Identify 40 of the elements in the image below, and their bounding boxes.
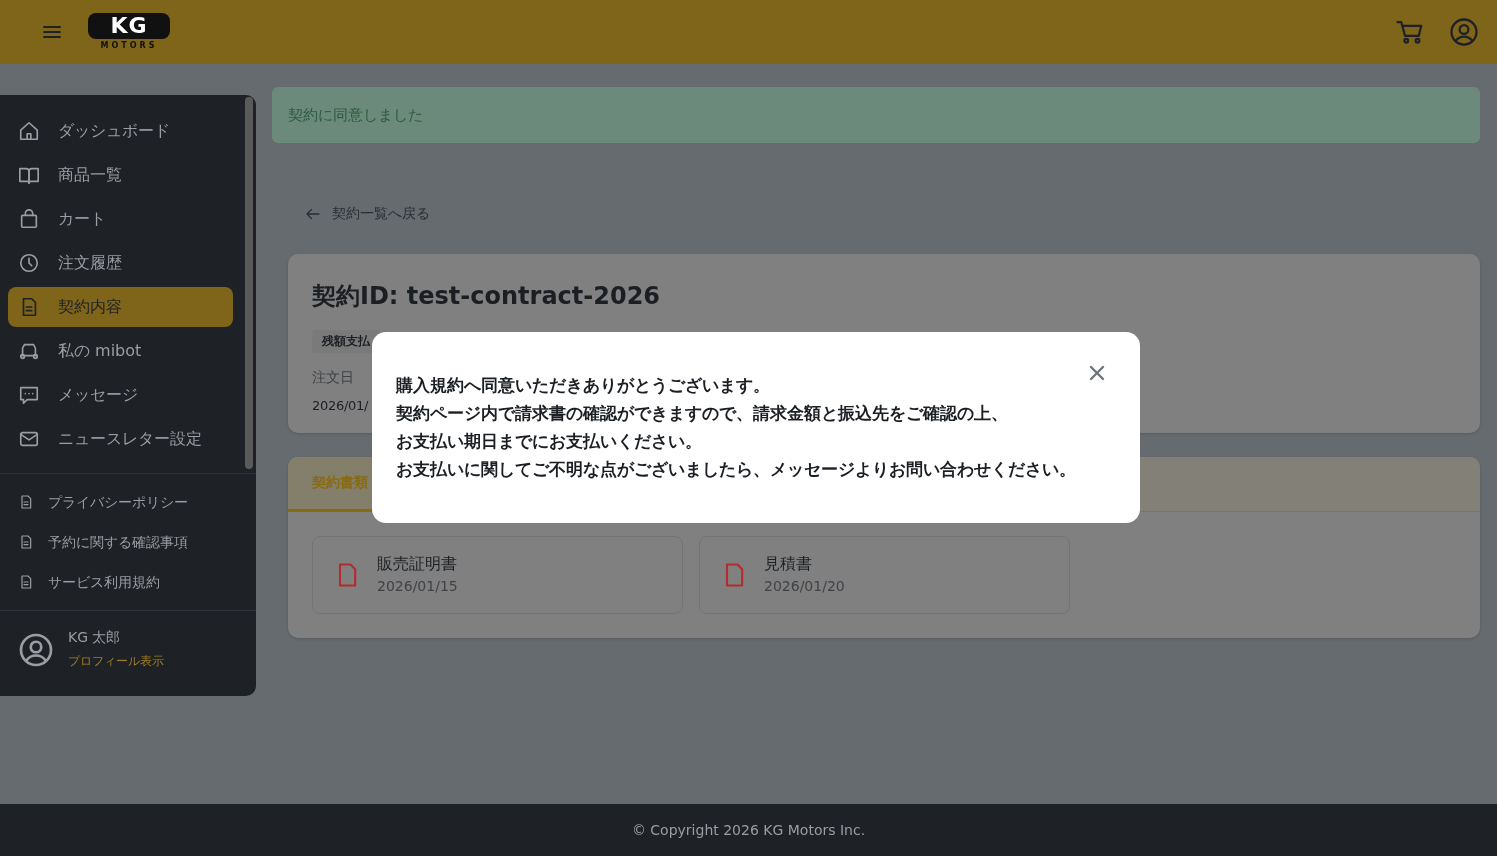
logo[interactable]: KG (88, 12, 170, 39)
document-name: 販売証明書 (377, 553, 458, 575)
document-date: 2026/01/20 (764, 577, 845, 596)
bag-icon (18, 208, 40, 230)
sidebar-link[interactable]: 予約に関する確認事項 (0, 522, 256, 562)
profile-link[interactable]: プロフィール表示 (68, 654, 164, 668)
success-alert: 契約に同意しました (272, 87, 1480, 143)
sidebar-item[interactable]: カート (8, 199, 233, 239)
sidebar-item[interactable]: メッセージ (8, 375, 233, 415)
account-icon (1449, 17, 1479, 47)
document-icon (18, 534, 34, 550)
sidebar-item[interactable]: ダッシュボード (8, 111, 233, 151)
modal-message: 購入規約へ同意いただきありがとうございます。 (396, 376, 770, 395)
logo-tagline: MOTORS (99, 39, 159, 52)
modal-message: お支払い期日までにお支払いください。 (396, 432, 702, 451)
modal-message: お支払いに関してご不明な点がございましたら、メッセージよりお問い合わせください。 (396, 460, 1076, 479)
document-name: 見積書 (764, 553, 813, 575)
document-date: 2026/01/15 (377, 577, 458, 596)
document-item[interactable]: 販売証明書 2026/01/15 (312, 535, 683, 614)
avatar-icon (18, 631, 54, 668)
sidebar-item[interactable]: 私の mibot (8, 331, 233, 371)
user-name: KG 太郎 (68, 628, 122, 647)
sidebar-item[interactable]: 商品一覧 (8, 155, 233, 195)
chat-icon (18, 384, 40, 406)
sidebar-link[interactable]: プライバシーポリシー (0, 482, 256, 522)
document-item[interactable]: 見積書 2026/01/20 (699, 535, 1070, 614)
close-button[interactable] (1088, 364, 1106, 382)
contract-title: 契約ID: test-contract-2026 (312, 280, 662, 312)
document-icon (18, 574, 34, 590)
home-icon (18, 120, 40, 142)
order-date-label: 注文日 (312, 368, 354, 385)
clock-icon (18, 252, 40, 274)
modal-message: 契約ページ内で請求書の確認ができますので、請求金額と振込先をご確認の上、 (396, 404, 1008, 423)
sidebar-item[interactable]: 注文履歴 (8, 243, 233, 283)
document-icon (18, 494, 34, 510)
copyright-text: © Copyright 2026 KG Motors Inc. (631, 820, 866, 840)
sidebar-link[interactable]: サービス利用規約 (0, 562, 256, 602)
sidebar-item[interactable]: ニュースレター設定 (8, 419, 233, 459)
scrollbar[interactable] (245, 97, 253, 469)
order-date: 2026/01/ (312, 397, 368, 413)
